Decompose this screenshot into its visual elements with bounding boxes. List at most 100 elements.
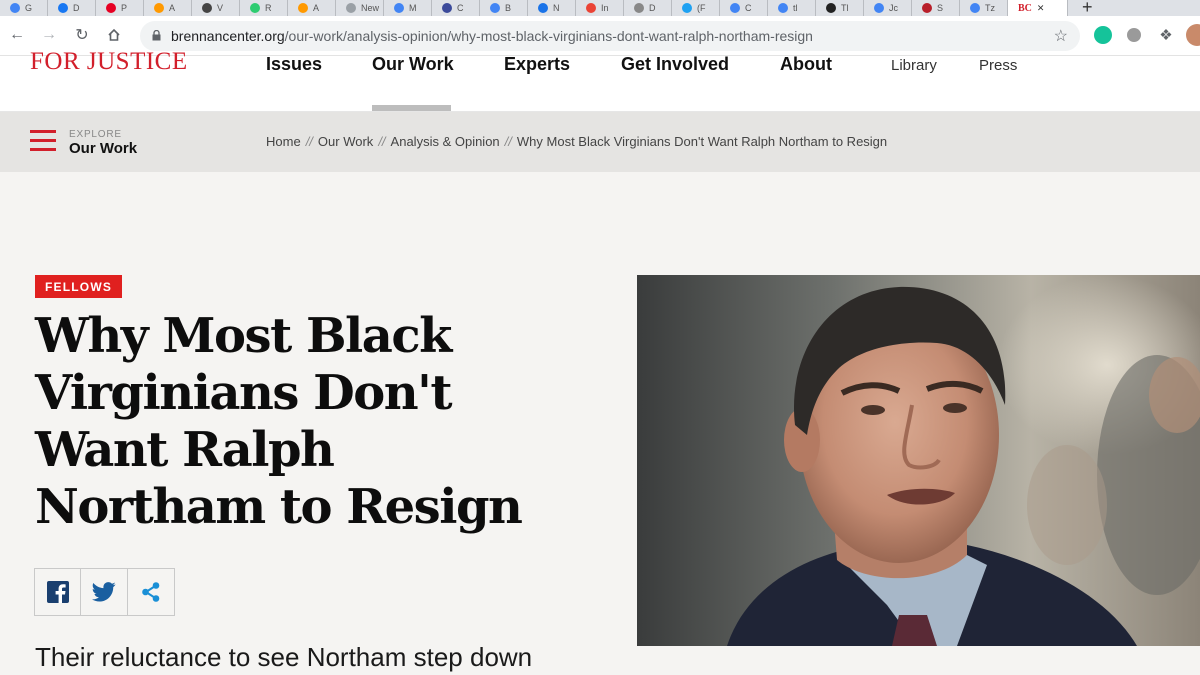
explore-label[interactable]: EXPLORE — [69, 129, 122, 140]
address-bar[interactable]: brennancenter.org/our-work/analysis-opin… — [140, 21, 1080, 51]
tab-title: tl — [793, 3, 798, 13]
browser-tab[interactable]: C — [432, 0, 480, 16]
nav-issues[interactable]: Issues — [266, 54, 322, 75]
headline-line: Northam to Resign — [35, 479, 523, 535]
tab-title: M — [409, 3, 417, 13]
profile-avatar[interactable] — [1186, 24, 1200, 46]
nav-get-involved[interactable]: Get Involved — [621, 54, 729, 75]
article-dek: Their reluctance to see Northam step dow… — [35, 642, 533, 672]
tab-title: P — [121, 3, 128, 13]
browser-tab[interactable]: A — [288, 0, 336, 16]
tab-title: D — [649, 3, 656, 13]
grammarly-extension-icon[interactable] — [1094, 26, 1112, 44]
tab-title: N — [553, 3, 560, 13]
tab-favicon-icon — [874, 3, 884, 13]
back-arrow-icon[interactable]: ← — [6, 24, 28, 46]
breadcrumb-analysis-opinion[interactable]: Analysis & Opinion — [391, 134, 500, 149]
nav-experts[interactable]: Experts — [504, 54, 570, 75]
breadcrumb: Home // Our Work // Analysis & Opinion // Why … — [266, 134, 887, 149]
browser-tab[interactable]: G — [0, 0, 48, 16]
category-badge[interactable]: FELLOWS — [35, 275, 123, 298]
tab-favicon-icon — [538, 3, 548, 13]
tab-favicon-icon — [970, 3, 980, 13]
browser-tab[interactable]: V — [192, 0, 240, 16]
breadcrumb-separator: // — [305, 134, 313, 149]
breadcrumb-separator: // — [378, 134, 386, 149]
facebook-icon — [46, 581, 69, 603]
browser-tab[interactable]: Jc — [864, 0, 912, 16]
tab-title: C — [745, 3, 752, 13]
browser-tab[interactable]: D — [624, 0, 672, 16]
browser-tab[interactable]: N — [528, 0, 576, 16]
browser-tab-active[interactable]: BC ✕ — [1008, 0, 1068, 16]
headline-line: Want Ralph — [35, 422, 335, 478]
article-headline: Why Most Black Virginians Don't Want Ral… — [35, 308, 615, 536]
site-header: FOR JUSTICE Issues Our Work Experts Get … — [0, 48, 1200, 112]
reload-icon[interactable]: ↻ — [71, 24, 93, 46]
url-text: brennancenter.org/our-work/analysis-opin… — [171, 28, 813, 44]
browser-tab[interactable]: Tl — [816, 0, 864, 16]
browser-tab[interactable]: B — [480, 0, 528, 16]
tab-title: B — [505, 3, 512, 13]
browser-tab[interactable]: In — [576, 0, 624, 16]
tab-title: V — [217, 3, 224, 13]
nav-our-work[interactable]: Our Work — [372, 54, 454, 75]
tab-favicon-icon — [730, 3, 740, 13]
share-button[interactable] — [128, 569, 174, 615]
puzzle-extensions-icon[interactable]: ❖ — [1155, 24, 1177, 46]
breadcrumb-current: Why Most Black Virginians Don't Want Ral… — [516, 134, 888, 149]
browser-tab[interactable]: D — [48, 0, 96, 16]
new-tab-button[interactable]: + — [1082, 0, 1093, 16]
site-logo[interactable]: FOR JUSTICE — [30, 48, 188, 76]
share-icon — [142, 582, 160, 602]
tab-favicon-icon — [58, 3, 68, 13]
facebook-share-button[interactable] — [35, 569, 82, 615]
browser-tab[interactable]: (F — [672, 0, 720, 16]
browser-tab[interactable]: S — [912, 0, 960, 16]
tab-title: New — [361, 3, 380, 13]
browser-tab[interactable]: Tz — [960, 0, 1008, 16]
explore-bar: EXPLORE Our Work Home // Our Work // Analysi… — [0, 112, 1200, 172]
nav-library[interactable]: Library — [891, 57, 937, 74]
active-nav-indicator — [372, 105, 451, 111]
tab-title: D — [73, 3, 80, 13]
browser-tab[interactable]: R — [240, 0, 288, 16]
browser-tab[interactable]: M — [384, 0, 432, 16]
hamburger-menu-icon[interactable] — [30, 130, 56, 152]
tab-favicon-icon — [442, 3, 452, 13]
breadcrumb-our-work[interactable]: Our Work — [318, 134, 373, 149]
star-icon[interactable]: ☆ — [1054, 26, 1068, 46]
tab-favicon-icon — [586, 3, 596, 13]
nav-about[interactable]: About — [780, 54, 832, 75]
tab-favicon-icon — [10, 3, 20, 13]
nav-press[interactable]: Press — [979, 57, 1017, 74]
tab-favicon-icon — [634, 3, 644, 13]
explore-value[interactable]: Our Work — [69, 140, 137, 157]
browser-tab[interactable]: P — [96, 0, 144, 16]
tab-favicon-icon — [394, 3, 404, 13]
breadcrumb-separator: // — [504, 134, 512, 149]
twitter-icon — [92, 582, 116, 602]
extension-circle-icon[interactable] — [1127, 28, 1141, 42]
home-icon[interactable] — [103, 24, 125, 46]
twitter-share-button[interactable] — [81, 569, 128, 615]
forward-arrow-icon[interactable]: → — [38, 24, 60, 46]
tab-close-icon[interactable]: ✕ — [1037, 3, 1045, 14]
browser-tab[interactable]: New — [336, 0, 384, 16]
tab-favicon-icon — [490, 3, 500, 13]
headline-line: Why Most Black — [35, 308, 452, 364]
tab-favicon-icon — [826, 3, 836, 13]
lock-icon — [152, 30, 161, 41]
browser-tab[interactable]: A — [144, 0, 192, 16]
tab-favicon-icon — [922, 3, 932, 13]
tab-title: Tl — [841, 3, 849, 13]
browser-tab[interactable]: tl — [768, 0, 816, 16]
article-hero-photo — [637, 275, 1200, 646]
headline-line: Virginians Don't — [35, 365, 453, 421]
browser-tab[interactable]: C — [720, 0, 768, 16]
tab-title: C — [457, 3, 464, 13]
tab-title: In — [601, 3, 609, 13]
tab-favicon-icon — [250, 3, 260, 13]
tab-title: A — [169, 3, 176, 13]
breadcrumb-home[interactable]: Home — [266, 134, 301, 149]
